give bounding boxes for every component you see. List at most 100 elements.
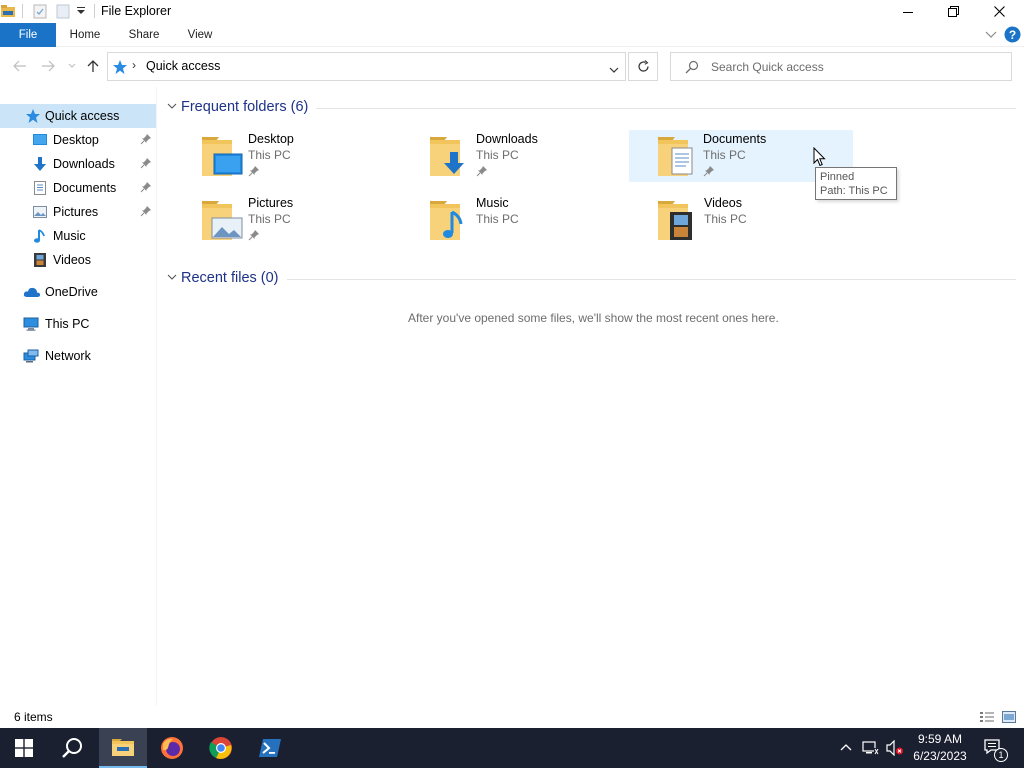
network-status-icon[interactable] <box>862 740 879 756</box>
taskbar-clock[interactable]: 9:59 AM 6/23/2023 <box>908 731 972 765</box>
tab-view[interactable]: View <box>178 23 222 47</box>
sidebar-item-downloads[interactable]: Downloads <box>0 152 156 176</box>
sidebar-item-label: Quick access <box>45 109 120 123</box>
music-note-icon <box>32 228 48 244</box>
search-input[interactable]: Search Quick access <box>670 52 1012 81</box>
sidebar-item-label: Desktop <box>53 133 99 147</box>
expand-ribbon-icon[interactable] <box>985 29 997 43</box>
restore-button[interactable] <box>930 0 976 23</box>
taskbar-powershell[interactable] <box>246 728 294 768</box>
help-icon[interactable]: ? <box>1004 26 1021 46</box>
close-icon <box>993 6 1005 17</box>
group-title: Recent files (0) <box>181 270 279 286</box>
desktop-folder-icon <box>200 132 246 178</box>
tooltip-line: Path: This PC <box>820 185 888 197</box>
sidebar-item-label: Music <box>53 229 86 243</box>
file-explorer-window: File Explorer File Home Share View ? › Q… <box>0 0 1024 728</box>
mouse-cursor-icon <box>813 146 826 170</box>
taskbar-chrome[interactable] <box>197 728 245 768</box>
up-button[interactable] <box>84 57 102 75</box>
frequent-folders-header[interactable]: Frequent folders (6) <box>164 98 324 118</box>
back-arrow-icon <box>13 60 26 72</box>
recent-files-header[interactable]: Recent files (0) <box>164 269 294 289</box>
folder-icon <box>112 739 134 756</box>
pin-icon <box>248 229 260 241</box>
network-icon <box>23 348 39 364</box>
folder-app-icon[interactable] <box>0 3 16 19</box>
recent-locations-button[interactable] <box>63 57 81 75</box>
sidebar-item-videos[interactable]: Videos <box>0 248 156 272</box>
sidebar-item-quick-access[interactable]: Quick access <box>0 104 156 128</box>
pin-icon <box>476 165 488 177</box>
pin-icon <box>703 165 715 177</box>
sidebar-item-pictures[interactable]: Pictures <box>0 200 156 224</box>
film-icon <box>32 252 48 268</box>
back-button[interactable] <box>11 57 29 75</box>
item-count: 6 items <box>14 710 53 724</box>
show-hidden-icons-icon[interactable] <box>839 740 855 756</box>
sidebar-item-network[interactable]: Network <box>0 344 156 368</box>
sidebar-item-label: OneDrive <box>45 285 98 299</box>
cloud-icon <box>23 284 41 300</box>
volume-muted-icon[interactable] <box>886 739 903 757</box>
address-dropdown-icon[interactable] <box>609 63 619 77</box>
folder-tile-videos[interactable]: Videos This PC <box>656 194 880 248</box>
svg-text:?: ? <box>1009 28 1016 42</box>
forward-button[interactable] <box>39 57 57 75</box>
folder-tile-downloads[interactable]: Downloads This PC <box>428 130 652 184</box>
folder-name: Pictures <box>248 196 294 210</box>
restore-icon <box>947 6 959 17</box>
breadcrumb-separator[interactable]: › <box>132 58 136 72</box>
folder-location: This PC <box>476 148 519 162</box>
pin-icon <box>140 181 154 195</box>
tab-share[interactable]: Share <box>120 23 168 47</box>
pictures-icon <box>32 204 48 220</box>
close-button[interactable] <box>976 0 1022 23</box>
sidebar-item-label: Downloads <box>53 157 115 171</box>
star-icon <box>112 59 128 78</box>
sidebar-item-this-pc[interactable]: This PC <box>0 312 156 336</box>
pane-divider[interactable] <box>156 87 157 707</box>
folder-tile-pictures[interactable]: Pictures This PC <box>200 194 424 248</box>
search-button[interactable] <box>48 728 96 768</box>
properties-icon[interactable] <box>32 3 48 19</box>
notification-badge: 1 <box>994 748 1008 762</box>
download-arrow-icon <box>32 156 48 172</box>
computer-icon <box>23 316 39 332</box>
taskbar: 9:59 AM 6/23/2023 1 <box>0 728 1024 768</box>
group-divider <box>287 279 1016 280</box>
taskbar-file-explorer[interactable] <box>99 728 147 768</box>
breadcrumb-quick-access[interactable]: Quick access <box>146 59 220 73</box>
sidebar-item-label: This PC <box>45 317 90 331</box>
details-view-icon[interactable] <box>979 710 995 724</box>
chevron-down-icon <box>166 100 178 115</box>
folder-tile-music[interactable]: Music This PC <box>428 194 652 248</box>
sidebar-item-music[interactable]: Music <box>0 224 156 248</box>
address-bar[interactable]: › Quick access <box>107 52 626 81</box>
sidebar-item-onedrive[interactable]: OneDrive <box>0 280 156 304</box>
folder-location: This PC <box>703 148 746 162</box>
start-button[interactable] <box>0 728 48 768</box>
sidebar-item-desktop[interactable]: Desktop <box>0 128 156 152</box>
folder-tile-desktop[interactable]: Desktop This PC <box>200 130 424 184</box>
pin-icon <box>248 165 260 177</box>
minimize-icon <box>903 11 913 13</box>
tooltip: Pinned Path: This PC <box>815 167 897 200</box>
customize-qat-icon[interactable] <box>75 5 91 21</box>
chevron-down-icon <box>68 63 76 68</box>
chrome-icon <box>209 737 232 759</box>
desktop-icon <box>32 132 48 148</box>
downloads-folder-icon <box>428 132 474 178</box>
tab-file[interactable]: File <box>0 23 56 47</box>
refresh-icon <box>637 60 649 72</box>
sidebar-item-documents[interactable]: Documents <box>0 176 156 200</box>
address-row: › Quick access Search Quick access <box>0 47 1024 87</box>
title-bar: File Explorer <box>0 0 1024 23</box>
chevron-down-icon <box>166 271 178 286</box>
minimize-button[interactable] <box>885 0 931 23</box>
new-folder-icon[interactable] <box>55 3 71 19</box>
large-icons-view-icon[interactable] <box>1001 710 1017 724</box>
refresh-button[interactable] <box>628 52 658 81</box>
tab-home[interactable]: Home <box>60 23 110 47</box>
taskbar-firefox[interactable] <box>148 728 196 768</box>
